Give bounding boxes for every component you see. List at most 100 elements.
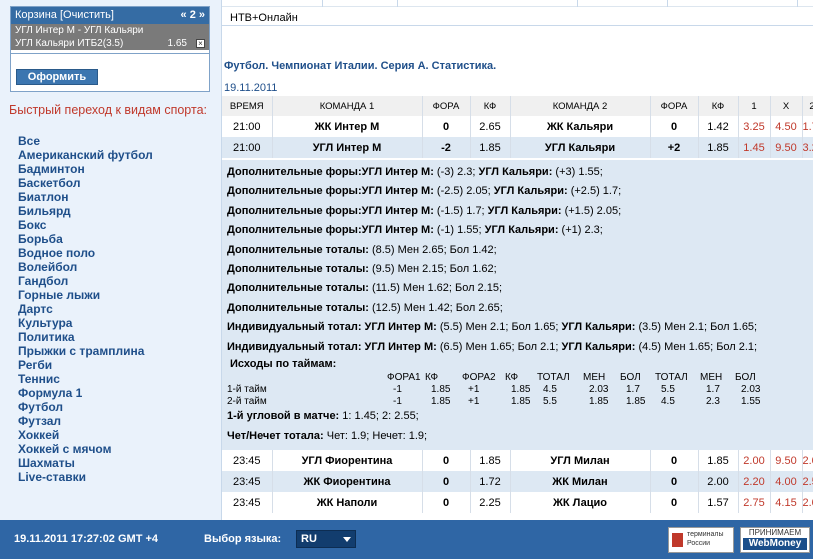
sport-link[interactable]: Культура bbox=[18, 316, 153, 330]
match-row: 23:45 ЖК Наполи 0 2.25 ЖК Лацио 0 1.57 2.75 4.15… bbox=[222, 492, 813, 513]
half-value[interactable]: 1.7 bbox=[626, 384, 640, 395]
cell-ox[interactable]: 4.15 bbox=[770, 492, 803, 513]
oddeven-text[interactable]: Чет: 1.9; Нечет: 1.9; bbox=[324, 430, 427, 442]
half-value[interactable]: 1.85 bbox=[589, 396, 608, 407]
half-value[interactable]: +1 bbox=[468, 384, 479, 395]
sport-link[interactable]: Live-ставки bbox=[18, 470, 153, 484]
detail-odds[interactable]: (+1) 2.3; bbox=[558, 224, 603, 236]
sport-link[interactable]: Все bbox=[18, 134, 153, 148]
sport-link[interactable]: Бадминтон bbox=[18, 162, 153, 176]
cell-ox[interactable]: 4.50 bbox=[770, 116, 803, 137]
half-value[interactable]: 4.5 bbox=[661, 396, 675, 407]
half-value[interactable]: 1.85 bbox=[511, 384, 530, 395]
cell-kf1[interactable]: 2.65 bbox=[470, 116, 511, 137]
half-value[interactable]: 2.03 bbox=[741, 384, 760, 395]
cart-nav[interactable]: « 2 » bbox=[181, 7, 205, 24]
detail-odds[interactable]: (+1.5) 2.05; bbox=[562, 205, 622, 217]
terminals-badge[interactable]: терминалы России bbox=[668, 527, 734, 553]
cell-o2[interactable]: 2.00 bbox=[802, 492, 813, 513]
ntv-link[interactable]: НТВ+Онлайн bbox=[230, 12, 298, 24]
cart-title[interactable]: Корзина [Очистить] bbox=[15, 9, 114, 21]
half-value[interactable]: 4.5 bbox=[543, 384, 557, 395]
cell-o2[interactable]: 3.25 bbox=[802, 137, 813, 158]
cell-kf2[interactable]: 1.85 bbox=[698, 450, 739, 471]
sport-link[interactable]: Футзал bbox=[18, 414, 153, 428]
cell-o2[interactable]: 2.00 bbox=[802, 450, 813, 471]
corner-text[interactable]: 1: 1.45; 2: 2.55; bbox=[339, 410, 418, 422]
sport-link[interactable]: Формула 1 bbox=[18, 386, 153, 400]
sport-link[interactable]: Горные лыжи bbox=[18, 288, 153, 302]
cell-o2[interactable]: 1.75 bbox=[802, 116, 813, 137]
cell-team1: ЖК Наполи bbox=[272, 492, 423, 513]
sport-link[interactable]: Шахматы bbox=[18, 456, 153, 470]
cell-kf1[interactable]: 1.85 bbox=[470, 450, 511, 471]
cell-o1[interactable]: 3.25 bbox=[738, 116, 771, 137]
cell-o1[interactable]: 1.45 bbox=[738, 137, 771, 158]
sport-link[interactable]: Баскетбол bbox=[18, 176, 153, 190]
cell-fora1: 0 bbox=[422, 492, 471, 513]
half-value[interactable]: 2.3 bbox=[706, 396, 720, 407]
sport-link[interactable]: Хоккей bbox=[18, 428, 153, 442]
sport-link[interactable]: Волейбол bbox=[18, 260, 153, 274]
cell-o2[interactable]: 2.50 bbox=[802, 471, 813, 492]
remove-bet-icon[interactable]: × bbox=[196, 39, 205, 48]
detail-odds[interactable]: (9.5) Мен 2.15; Бол 1.62; bbox=[369, 263, 497, 275]
sport-link[interactable]: Бильярд bbox=[18, 204, 153, 218]
cell-kf1[interactable]: 1.72 bbox=[470, 471, 511, 492]
detail-odds[interactable]: (8.5) Мен 2.65; Бол 1.42; bbox=[369, 244, 497, 256]
sport-link[interactable]: Биатлон bbox=[18, 190, 153, 204]
detail-odds[interactable]: (+2.5) 1.7; bbox=[568, 185, 621, 197]
half-value[interactable]: -1 bbox=[393, 396, 402, 407]
half-value[interactable]: 1.85 bbox=[511, 396, 530, 407]
sport-link[interactable]: Футбол bbox=[18, 400, 153, 414]
half-value[interactable]: 5.5 bbox=[543, 396, 557, 407]
language-select[interactable]: RU bbox=[296, 530, 356, 548]
sport-link[interactable]: Прыжки с трамплина bbox=[18, 344, 153, 358]
half-value[interactable]: 1.7 bbox=[706, 384, 720, 395]
half-value[interactable]: +1 bbox=[468, 396, 479, 407]
cell-o1[interactable]: 2.75 bbox=[738, 492, 771, 513]
half-value[interactable]: 1.85 bbox=[431, 384, 450, 395]
cell-ox[interactable]: 4.00 bbox=[770, 471, 803, 492]
sport-link[interactable]: Бокс bbox=[18, 218, 153, 232]
sport-link[interactable]: Теннис bbox=[18, 372, 153, 386]
sport-link[interactable]: Дартс bbox=[18, 302, 153, 316]
half-value[interactable]: 1.85 bbox=[626, 396, 645, 407]
webmoney-badge[interactable]: ПРИНИМАЕМ WebMoney bbox=[740, 527, 810, 553]
sport-link[interactable]: Хоккей с мячом bbox=[18, 442, 153, 456]
half-value[interactable]: 2.03 bbox=[589, 384, 608, 395]
half-value[interactable]: -1 bbox=[393, 384, 402, 395]
cell-kf2[interactable]: 1.85 bbox=[698, 137, 739, 158]
half-value[interactable]: 1.55 bbox=[741, 396, 760, 407]
cell-team1: УГЛ Интер М bbox=[272, 137, 423, 158]
half-value[interactable]: 1.85 bbox=[431, 396, 450, 407]
half-value[interactable]: 5.5 bbox=[661, 384, 675, 395]
cell-kf2[interactable]: 1.57 bbox=[698, 492, 739, 513]
detail-odds[interactable]: (4.5) Мен 1.65; Бол 2.1; bbox=[635, 341, 757, 353]
cell-kf1[interactable]: 1.85 bbox=[470, 137, 511, 158]
cell-kf1[interactable]: 2.25 bbox=[470, 492, 511, 513]
sport-link[interactable]: Политика bbox=[18, 330, 153, 344]
order-button[interactable]: Оформить bbox=[16, 69, 98, 85]
cell-kf2[interactable]: 2.00 bbox=[698, 471, 739, 492]
detail-odds[interactable]: (+3) 1.55; bbox=[552, 166, 602, 178]
detail-odds[interactable]: (11.5) Мен 1.62; Бол 2.15; bbox=[369, 282, 502, 294]
sport-link[interactable]: Гандбол bbox=[18, 274, 153, 288]
sport-link[interactable]: Регби bbox=[18, 358, 153, 372]
detail-odds[interactable]: (-2.5) 2.05; bbox=[434, 185, 494, 197]
sport-link[interactable]: Американский футбол bbox=[18, 148, 153, 162]
cell-ox[interactable]: 9.50 bbox=[770, 137, 803, 158]
cell-ox[interactable]: 9.50 bbox=[770, 450, 803, 471]
sport-link[interactable]: Водное поло bbox=[18, 246, 153, 260]
sport-link[interactable]: Борьба bbox=[18, 232, 153, 246]
detail-odds[interactable]: (3.5) Мен 2.1; Бол 1.65; bbox=[635, 321, 757, 333]
detail-odds[interactable]: (-3) 2.3; bbox=[434, 166, 479, 178]
cell-o1[interactable]: 2.20 bbox=[738, 471, 771, 492]
detail-odds[interactable]: (5.5) Мен 2.1; Бол 1.65; bbox=[437, 321, 562, 333]
cell-o1[interactable]: 2.00 bbox=[738, 450, 771, 471]
detail-odds[interactable]: (-1.5) 1.7; bbox=[434, 205, 488, 217]
detail-odds[interactable]: (12.5) Мен 1.42; Бол 2.65; bbox=[369, 302, 503, 314]
cell-kf2[interactable]: 1.42 bbox=[698, 116, 739, 137]
detail-odds[interactable]: (-1) 1.55; bbox=[434, 224, 485, 236]
detail-odds[interactable]: (6.5) Мен 1.65; Бол 2.1; bbox=[437, 341, 562, 353]
